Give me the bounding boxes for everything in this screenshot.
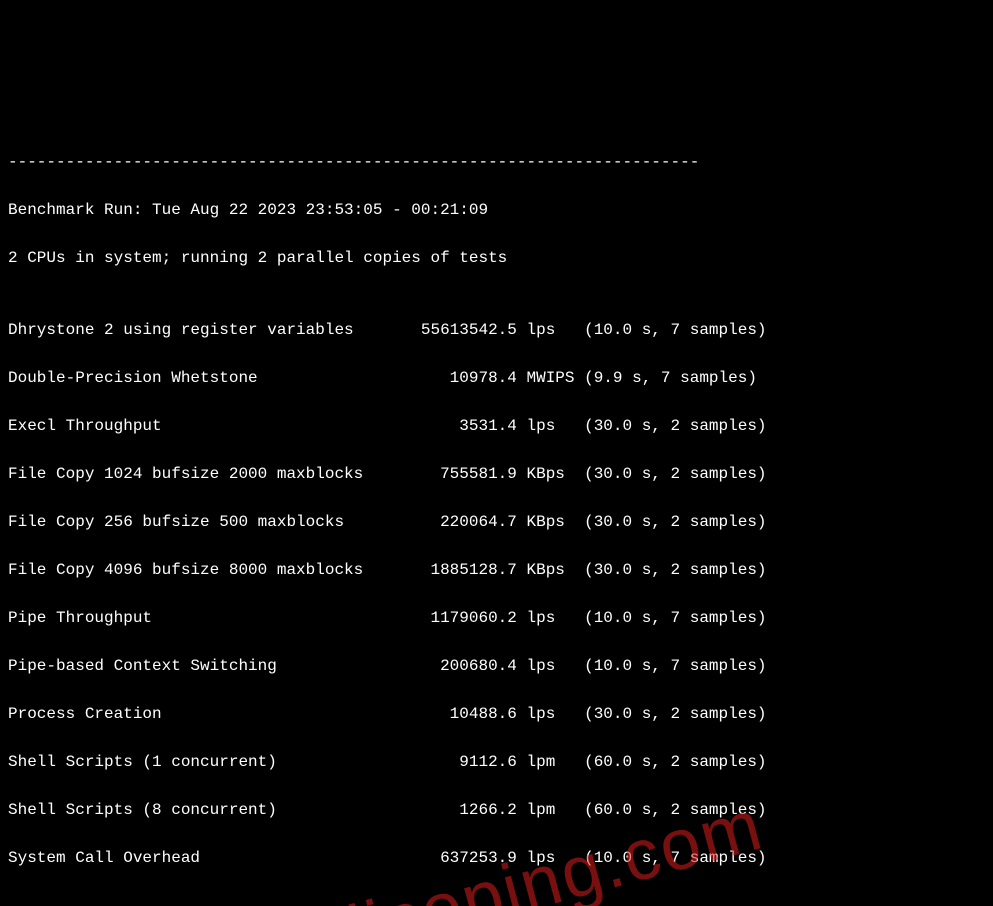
watermark-text: zhujiceping.com <box>219 771 775 906</box>
raw-result-row: File Copy 1024 bufsize 2000 maxblocks 75… <box>8 462 985 486</box>
raw-result-row: Pipe Throughput 1179060.2 lps (10.0 s, 7… <box>8 606 985 630</box>
raw-result-row: Execl Throughput 3531.4 lps (30.0 s, 2 s… <box>8 414 985 438</box>
raw-result-row: Double-Precision Whetstone 10978.4 MWIPS… <box>8 366 985 390</box>
raw-result-row: Pipe-based Context Switching 200680.4 lp… <box>8 654 985 678</box>
cpu-info-line: 2 CPUs in system; running 2 parallel cop… <box>8 246 985 270</box>
separator-line: ----------------------------------------… <box>8 150 985 174</box>
raw-result-row: Process Creation 10488.6 lps (30.0 s, 2 … <box>8 702 985 726</box>
raw-result-row: Shell Scripts (8 concurrent) 1266.2 lpm … <box>8 798 985 822</box>
terminal-output: ----------------------------------------… <box>0 120 993 906</box>
raw-result-row: File Copy 256 bufsize 500 maxblocks 2200… <box>8 510 985 534</box>
raw-result-row: Shell Scripts (1 concurrent) 9112.6 lpm … <box>8 750 985 774</box>
raw-result-row: Dhrystone 2 using register variables 556… <box>8 318 985 342</box>
benchmark-run-line: Benchmark Run: Tue Aug 22 2023 23:53:05 … <box>8 198 985 222</box>
raw-result-row: System Call Overhead 637253.9 lps (10.0 … <box>8 846 985 870</box>
raw-result-row: File Copy 4096 bufsize 8000 maxblocks 18… <box>8 558 985 582</box>
